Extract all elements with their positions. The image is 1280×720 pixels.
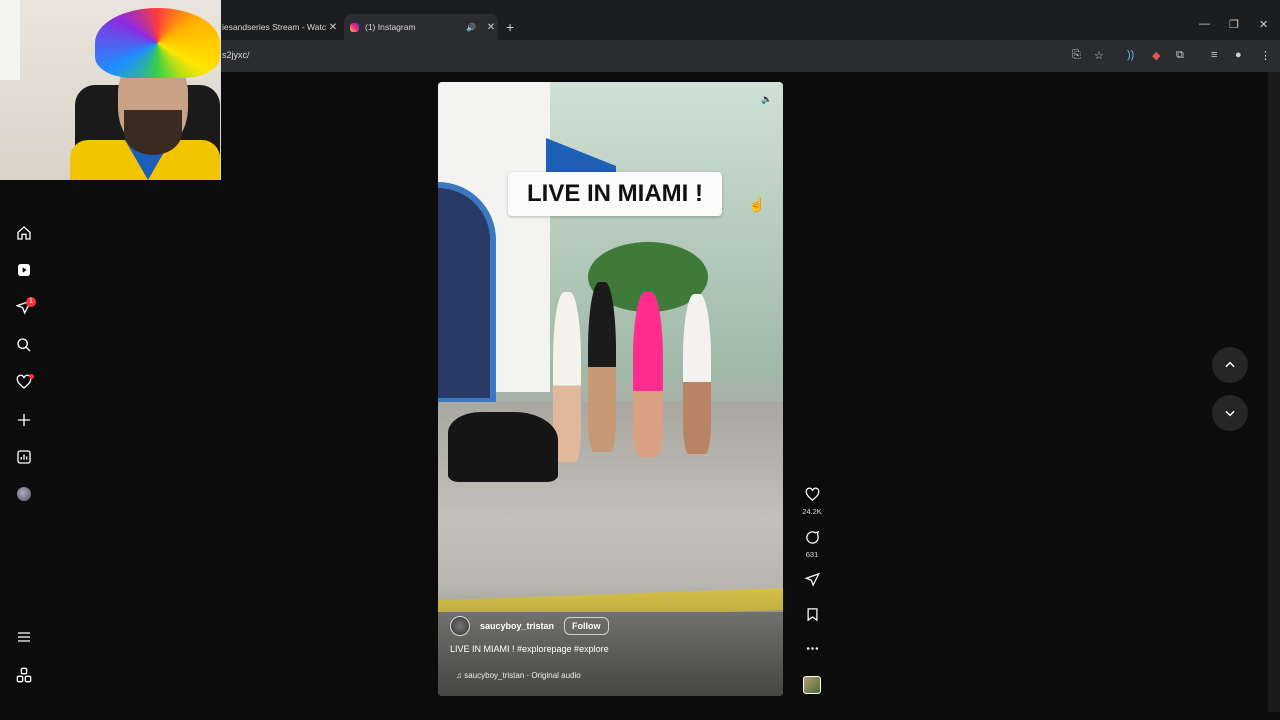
comment-icon[interactable]: [802, 530, 822, 550]
video-building-green: [550, 82, 783, 382]
notification-dot: [29, 374, 34, 379]
new-tab-icon[interactable]: +: [506, 19, 514, 35]
music-note-icon: ♫: [456, 671, 465, 680]
instagram-favicon-icon: [350, 22, 359, 32]
video-overlay-text: LIVE IN MIAMI !: [508, 172, 722, 216]
follow-button[interactable]: Follow: [564, 617, 609, 635]
extension-audio-icon[interactable]: )): [1127, 49, 1134, 61]
reel-caption: LIVE IN MIAMI ! #explorepage #explore: [450, 644, 609, 654]
webcam-clown-wig: [95, 8, 220, 78]
search-icon[interactable]: [15, 336, 33, 354]
restore-icon[interactable]: ❐: [1229, 18, 1239, 31]
extension-icon[interactable]: ◆: [1152, 49, 1160, 62]
bookmark-star-icon[interactable]: ☆: [1094, 49, 1104, 62]
media-controls-icon[interactable]: ≡: [1211, 49, 1217, 61]
audio-thumbnail[interactable]: [803, 676, 821, 694]
reel-audio[interactable]: ♫ saucyboy_tristan · Original audio: [456, 671, 581, 680]
close-tab-icon[interactable]: ✕: [326, 22, 340, 33]
video-person: [633, 292, 663, 457]
install-app-icon[interactable]: ⎘: [1072, 49, 1081, 62]
owner-avatar[interactable]: [450, 616, 470, 636]
video-person-crawling: [448, 412, 558, 482]
like-heart-icon[interactable]: [802, 487, 822, 507]
profile-icon[interactable]: ●: [1235, 49, 1242, 61]
webcam-background: [0, 0, 20, 80]
menu-icon[interactable]: [15, 628, 33, 646]
webcam-overlay: [0, 0, 221, 180]
extensions-puzzle-icon[interactable]: ⧉: [1176, 49, 1184, 62]
video-person: [683, 294, 711, 454]
close-tab-icon[interactable]: ✕: [484, 22, 498, 33]
page-scrollbar[interactable]: [1268, 72, 1280, 712]
previous-reel-button[interactable]: [1212, 347, 1248, 383]
also-from-meta-icon[interactable]: [15, 666, 33, 684]
dashboard-icon[interactable]: [15, 448, 33, 466]
kebab-menu-icon[interactable]: ⋮: [1260, 49, 1271, 62]
reels-icon[interactable]: [15, 261, 33, 279]
webcam-beard: [124, 110, 182, 155]
tab-title: iesandseries Stream - Watc: [222, 22, 326, 32]
more-options-icon[interactable]: [802, 641, 822, 661]
tab-instagram[interactable]: (1) Instagram 🔊 ✕: [344, 14, 498, 40]
video-person: [588, 282, 616, 452]
next-reel-button[interactable]: [1212, 395, 1248, 431]
comment-count: 631: [805, 550, 819, 559]
speaker-icon[interactable]: 🔊: [466, 23, 476, 32]
home-icon[interactable]: [15, 224, 33, 242]
mouse-cursor-icon: ☝: [748, 196, 766, 212]
save-bookmark-icon[interactable]: [802, 607, 822, 627]
audio-label: saucyboy_tristan · Original audio: [464, 671, 581, 680]
like-count: 24.2K: [802, 507, 822, 516]
mute-toggle-icon[interactable]: 🔈: [760, 92, 774, 106]
owner-username[interactable]: saucyboy_tristan: [480, 621, 554, 631]
messages-badge: 1: [26, 297, 36, 307]
tab-stream[interactable]: iesandseries Stream - Watc ✕: [222, 14, 340, 40]
reel-owner: saucyboy_tristan Follow: [450, 616, 609, 636]
tab-title: (1) Instagram: [365, 22, 416, 32]
close-icon[interactable]: ✕: [1259, 18, 1268, 31]
share-icon[interactable]: [802, 572, 822, 592]
reel-video[interactable]: LIVE IN MIAMI ! 🔈 saucyboy_tristan Follo…: [438, 82, 783, 696]
profile-avatar[interactable]: [17, 487, 31, 501]
create-plus-icon[interactable]: [15, 411, 33, 429]
video-arch-window: [438, 182, 496, 404]
minimize-icon[interactable]: —: [1199, 18, 1210, 30]
url-text[interactable]: s2jyxc/: [222, 50, 250, 60]
